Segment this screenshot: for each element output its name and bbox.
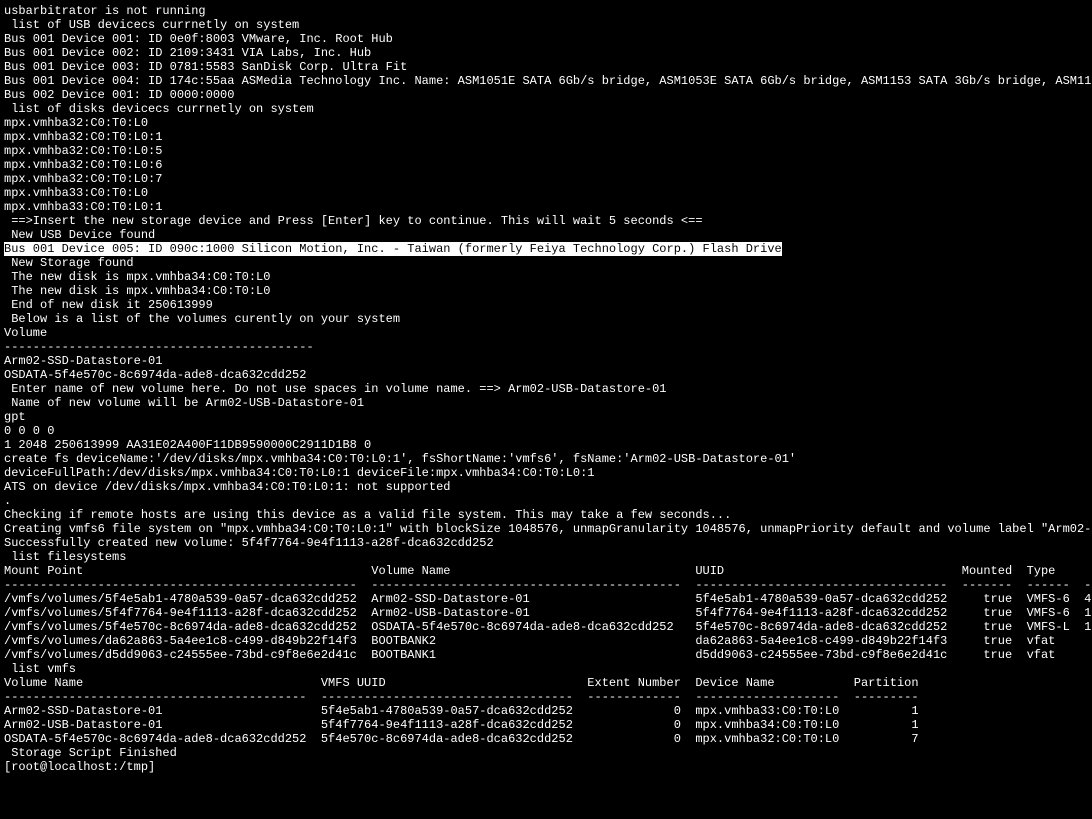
terminal-line: Volume Name VMFS UUID Extent Number Devi… (4, 676, 1088, 690)
highlighted-line: Bus 001 Device 005: ID 090c:1000 Silicon… (4, 242, 782, 256)
terminal-line: OSDATA-5f4e570c-8c6974da-ade8-dca632cdd2… (4, 732, 1088, 746)
terminal-line: OSDATA-5f4e570c-8c6974da-ade8-dca632cdd2… (4, 368, 1088, 382)
terminal-line: /vmfs/volumes/da62a863-5a4ee1c8-c499-d84… (4, 634, 1088, 648)
terminal-line: Arm02-USB-Datastore-01 5f4f7764-9e4f1113… (4, 718, 1088, 732)
terminal-line: Name of new volume will be Arm02-USB-Dat… (4, 396, 1088, 410)
terminal-line: /vmfs/volumes/5f4f7764-9e4f1113-a28f-dca… (4, 606, 1088, 620)
terminal-line: ----------------------------------------… (4, 578, 1088, 592)
terminal-line: Bus 001 Device 003: ID 0781:5583 SanDisk… (4, 60, 1088, 74)
terminal-line: deviceFullPath:/dev/disks/mpx.vmhba34:C0… (4, 466, 1088, 480)
terminal-line: /vmfs/volumes/d5dd9063-c24555ee-73bd-c9f… (4, 648, 1088, 662)
terminal-line: Arm02-SSD-Datastore-01 (4, 354, 1088, 368)
terminal-line: Enter name of new volume here. Do not us… (4, 382, 1088, 396)
terminal-line: . (4, 494, 1088, 508)
terminal-line: Bus 002 Device 001: ID 0000:0000 (4, 88, 1088, 102)
terminal-line: ----------------------------------------… (4, 690, 1088, 704)
terminal-line: [root@localhost:/tmp] (4, 760, 1088, 774)
terminal-line: Storage Script Finished (4, 746, 1088, 760)
terminal-line: ----------------------------------------… (4, 340, 1088, 354)
terminal-line: mpx.vmhba32:C0:T0:L0:1 (4, 130, 1088, 144)
terminal-line: list filesystems (4, 550, 1088, 564)
terminal-line: Bus 001 Device 004: ID 174c:55aa ASMedia… (4, 74, 1088, 88)
terminal-line: /vmfs/volumes/5f4e5ab1-4780a539-0a57-dca… (4, 592, 1088, 606)
terminal-line: Checking if remote hosts are using this … (4, 508, 1088, 522)
terminal-line: mpx.vmhba32:C0:T0:L0:7 (4, 172, 1088, 186)
terminal-line: create fs deviceName:'/dev/disks/mpx.vmh… (4, 452, 1088, 466)
terminal-line: The new disk is mpx.vmhba34:C0:T0:L0 (4, 284, 1088, 298)
terminal-line: New USB Device found (4, 228, 1088, 242)
terminal-line: list of disks devicecs currnetly on syst… (4, 102, 1088, 116)
terminal-line: mpx.vmhba32:C0:T0:L0:6 (4, 158, 1088, 172)
terminal-line: /vmfs/volumes/5f4e570c-8c6974da-ade8-dca… (4, 620, 1088, 634)
terminal-output[interactable]: usbarbitrator is not running list of USB… (0, 0, 1092, 778)
terminal-line: 0 0 0 0 (4, 424, 1088, 438)
terminal-line: ==>Insert the new storage device and Pre… (4, 214, 1088, 228)
terminal-line: Bus 001 Device 002: ID 2109:3431 VIA Lab… (4, 46, 1088, 60)
terminal-line: mpx.vmhba33:C0:T0:L0 (4, 186, 1088, 200)
terminal-line: Below is a list of the volumes curently … (4, 312, 1088, 326)
terminal-line: usbarbitrator is not running (4, 4, 1088, 18)
terminal-line: Arm02-SSD-Datastore-01 5f4e5ab1-4780a539… (4, 704, 1088, 718)
terminal-line: Mount Point Volume Name UUID Mounted Typ… (4, 564, 1088, 578)
terminal-line: list of USB devicecs currnetly on system (4, 18, 1088, 32)
terminal-line: gpt (4, 410, 1088, 424)
terminal-line: Bus 001 Device 005: ID 090c:1000 Silicon… (4, 242, 1088, 256)
terminal-line: ATS on device /dev/disks/mpx.vmhba34:C0:… (4, 480, 1088, 494)
terminal-line: Successfully created new volume: 5f4f776… (4, 536, 1088, 550)
terminal-line: New Storage found (4, 256, 1088, 270)
terminal-line: Creating vmfs6 file system on "mpx.vmhba… (4, 522, 1088, 536)
terminal-line: End of new disk it 250613999 (4, 298, 1088, 312)
terminal-line: mpx.vmhba32:C0:T0:L0 (4, 116, 1088, 130)
terminal-line: list vmfs (4, 662, 1088, 676)
terminal-line: 1 2048 250613999 AA31E02A400F11DB9590000… (4, 438, 1088, 452)
terminal-line: Volume (4, 326, 1088, 340)
terminal-line: mpx.vmhba33:C0:T0:L0:1 (4, 200, 1088, 214)
terminal-line: mpx.vmhba32:C0:T0:L0:5 (4, 144, 1088, 158)
terminal-line: Bus 001 Device 001: ID 0e0f:8003 VMware,… (4, 32, 1088, 46)
terminal-line: The new disk is mpx.vmhba34:C0:T0:L0 (4, 270, 1088, 284)
